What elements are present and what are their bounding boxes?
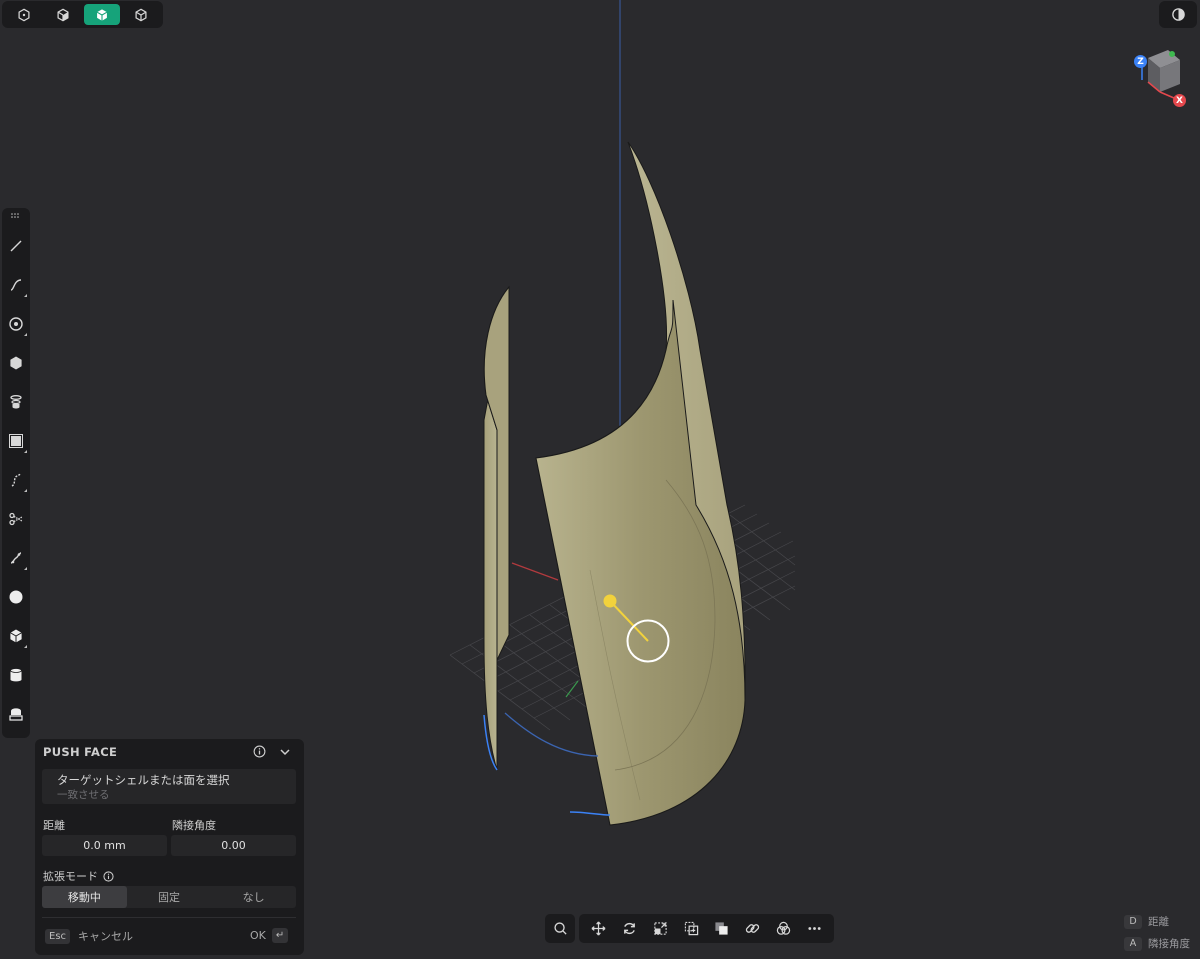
search-button[interactable] bbox=[545, 914, 575, 943]
view-cube-x-label[interactable]: X bbox=[1173, 94, 1186, 107]
box-tool[interactable] bbox=[4, 623, 28, 649]
cube-wireframe-icon bbox=[135, 8, 147, 21]
search-icon bbox=[553, 922, 567, 935]
move-arrows-icon bbox=[591, 921, 606, 936]
curve-icon bbox=[10, 279, 22, 291]
target-prompt: ターゲットシェルまたは面を選択 bbox=[57, 773, 230, 787]
esc-key-badge: Esc bbox=[45, 928, 71, 944]
venn-icon bbox=[776, 921, 791, 935]
transform-actions bbox=[579, 914, 834, 943]
scale-action[interactable] bbox=[652, 921, 668, 937]
cube-solid-icon bbox=[96, 8, 108, 21]
copy-action[interactable] bbox=[683, 921, 699, 937]
more-action[interactable] bbox=[807, 921, 823, 937]
distance-shortcut-hint: D 距離 bbox=[1124, 914, 1169, 929]
thin-shell[interactable] bbox=[483, 285, 510, 771]
cylinder-tool[interactable] bbox=[4, 662, 28, 688]
divider bbox=[42, 917, 296, 918]
text-tool[interactable] bbox=[4, 701, 28, 727]
box-icon bbox=[10, 629, 22, 643]
extend-mode-selector: 移動中 固定 なし bbox=[42, 886, 296, 908]
cancel-button[interactable]: Esc キャンセル bbox=[45, 928, 133, 944]
info-icon[interactable] bbox=[253, 745, 266, 758]
main-shell[interactable] bbox=[535, 141, 746, 826]
hexagon-outline-icon bbox=[18, 8, 30, 21]
sphere-tool[interactable] bbox=[4, 584, 28, 610]
ok-button[interactable]: OK ↵ bbox=[250, 928, 289, 943]
curve-tool[interactable] bbox=[4, 272, 28, 298]
view-mode-half-button[interactable] bbox=[45, 4, 81, 25]
polygon-tool[interactable] bbox=[4, 350, 28, 376]
rectangle-tool[interactable] bbox=[4, 428, 28, 454]
target-selector[interactable]: ターゲットシェルまたは面を選択 一致させる bbox=[42, 769, 296, 804]
sketch-curve[interactable] bbox=[504, 712, 599, 757]
spline-tool[interactable] bbox=[4, 467, 28, 493]
mode-moving-option[interactable]: 移動中 bbox=[42, 886, 127, 908]
venn-action[interactable] bbox=[776, 921, 792, 937]
loft-icon bbox=[10, 395, 22, 409]
distance-label: 距離 bbox=[43, 819, 65, 832]
x-axis-line bbox=[511, 562, 559, 581]
angle-hint-label: 隣接角度 bbox=[1148, 938, 1190, 950]
angle-label: 隣接角度 bbox=[172, 819, 216, 832]
view-mode-wireframe-button[interactable] bbox=[123, 4, 159, 25]
scissors-icon bbox=[9, 512, 23, 526]
sweep-tool[interactable] bbox=[4, 545, 28, 571]
boolean-action[interactable] bbox=[714, 921, 730, 937]
cube-half-icon bbox=[57, 8, 69, 21]
grip-handle-icon[interactable] bbox=[2, 208, 30, 224]
cancel-label: キャンセル bbox=[78, 930, 134, 943]
circle-tool[interactable] bbox=[4, 311, 28, 337]
d-key-badge: D bbox=[1124, 914, 1142, 929]
enter-key-icon: ↵ bbox=[271, 928, 289, 943]
contrast-icon bbox=[1171, 8, 1185, 21]
view-mode-solid-button[interactable] bbox=[84, 4, 120, 25]
line-tool[interactable] bbox=[4, 233, 28, 259]
mode-fixed-option[interactable]: 固定 bbox=[127, 886, 212, 908]
ok-label: OK bbox=[250, 929, 266, 942]
extend-mode-label: 拡張モード bbox=[43, 870, 98, 883]
distance-hint-label: 距離 bbox=[1148, 916, 1169, 928]
angle-field[interactable]: 0.00 bbox=[171, 835, 296, 856]
view-cube[interactable]: Z X bbox=[1130, 46, 1190, 110]
angle-shortcut-hint: A 隣接角度 bbox=[1124, 936, 1190, 951]
mode-none-option[interactable]: なし bbox=[211, 886, 296, 908]
trim-tool[interactable] bbox=[4, 506, 28, 532]
cylinder-icon bbox=[10, 668, 22, 682]
link-icon bbox=[746, 924, 760, 933]
target-hint: 一致させる bbox=[57, 789, 110, 801]
square-frame-icon bbox=[9, 434, 23, 448]
theme-toggle-button[interactable] bbox=[1159, 1, 1197, 28]
rotate-action[interactable] bbox=[621, 921, 637, 937]
ellipsis-icon bbox=[808, 927, 821, 930]
chevron-down-icon[interactable] bbox=[278, 745, 292, 759]
rotate-icon bbox=[623, 922, 635, 935]
sweep-icon bbox=[10, 552, 22, 564]
distance-field[interactable]: 0.0 mm bbox=[42, 835, 167, 856]
tool-rail bbox=[2, 208, 30, 738]
view-mode-toolbar bbox=[2, 1, 163, 28]
copy-icon bbox=[684, 921, 698, 936]
scale-icon bbox=[654, 922, 667, 935]
spline-icon bbox=[11, 473, 22, 487]
hexagon-icon bbox=[10, 356, 22, 370]
view-mode-hexagon-button[interactable] bbox=[6, 4, 42, 25]
loft-tool[interactable] bbox=[4, 389, 28, 415]
a-key-badge: A bbox=[1124, 936, 1142, 951]
circle-target-icon bbox=[9, 317, 23, 331]
stamp-icon bbox=[9, 708, 23, 721]
bottom-toolbar bbox=[545, 914, 834, 943]
move-action[interactable] bbox=[590, 921, 606, 937]
line-icon bbox=[10, 240, 22, 252]
panel-title: PUSH FACE bbox=[43, 745, 118, 759]
link-action[interactable] bbox=[745, 921, 761, 937]
view-cube-z-label[interactable]: Z bbox=[1134, 55, 1147, 68]
info-icon[interactable] bbox=[103, 870, 114, 882]
extend-mode-row: 拡張モード bbox=[43, 868, 114, 884]
push-face-panel: PUSH FACE ターゲットシェルまたは面を選択 一致させる 距離 隣接角度 … bbox=[35, 739, 304, 955]
sphere-icon bbox=[9, 590, 23, 604]
overlap-squares-icon bbox=[715, 922, 729, 935]
